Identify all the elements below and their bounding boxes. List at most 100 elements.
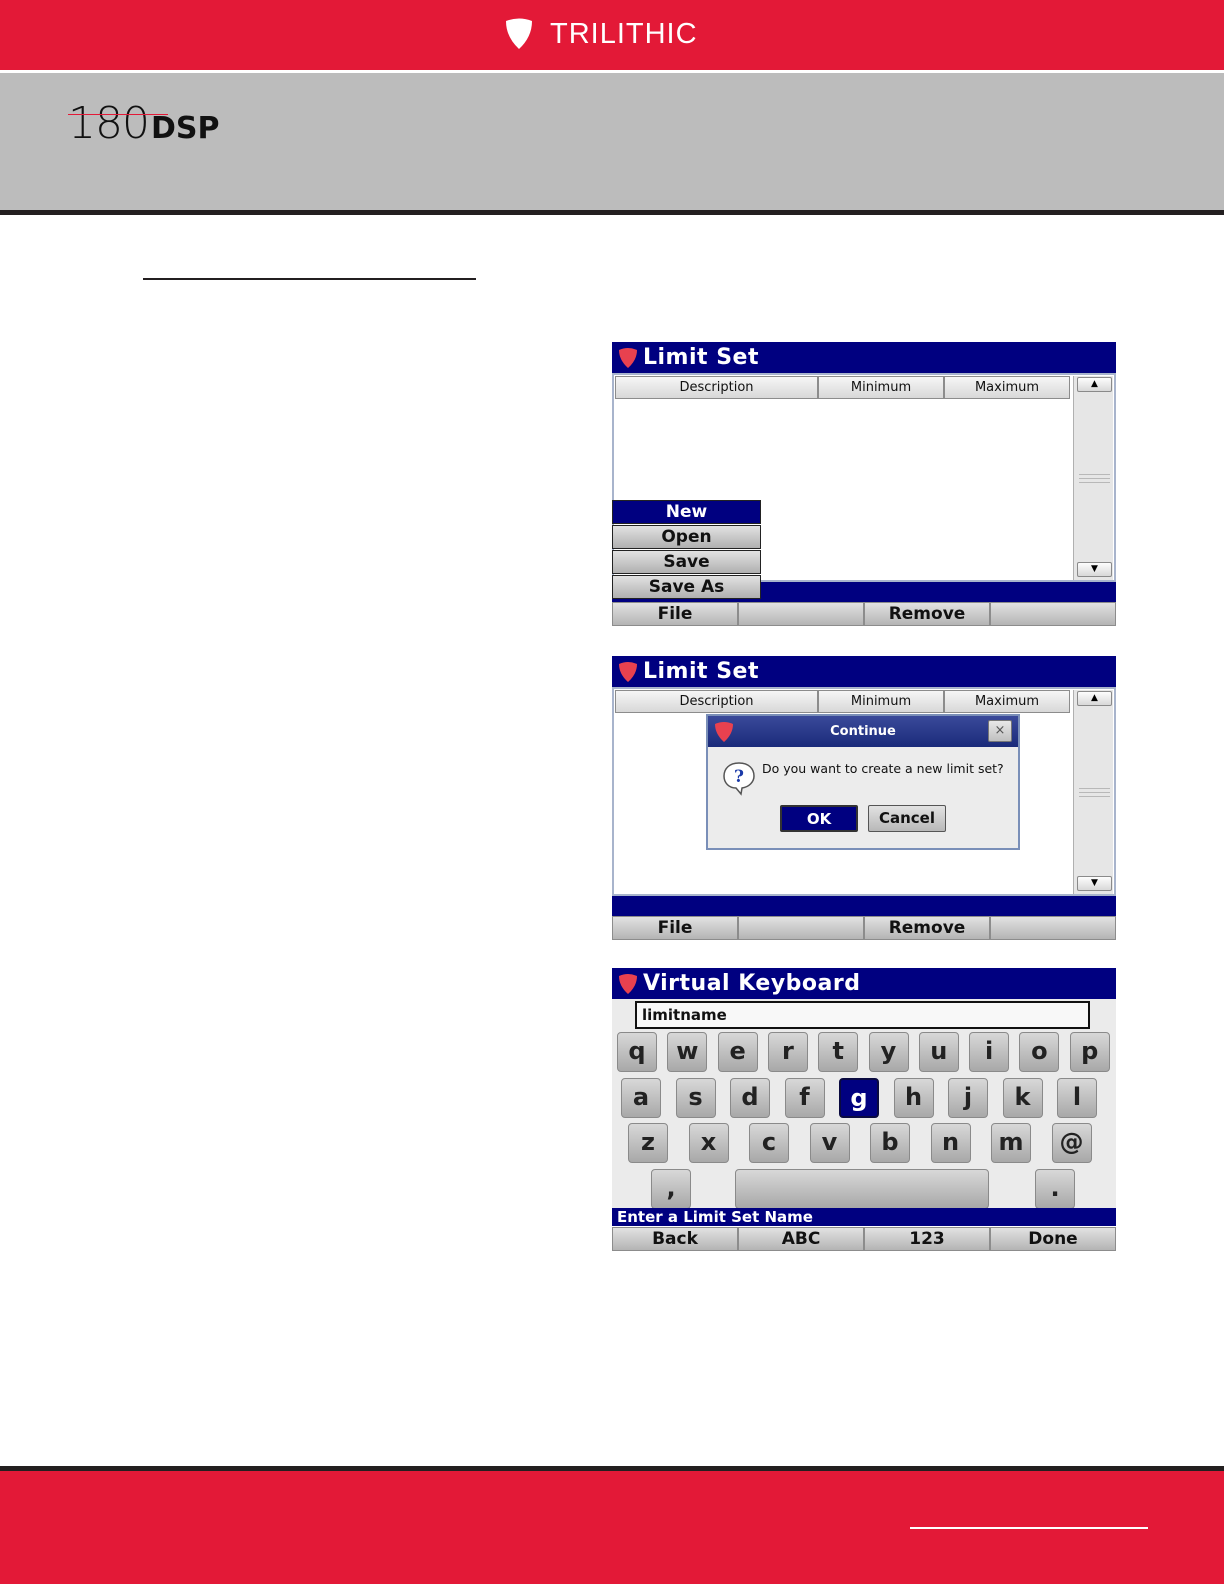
key-s[interactable]: s <box>675 1078 716 1118</box>
key-x[interactable]: x <box>688 1123 729 1163</box>
key-c[interactable]: c <box>749 1123 789 1163</box>
column-header-description[interactable]: Description <box>615 690 818 713</box>
close-icon[interactable]: × <box>988 720 1012 742</box>
key-e[interactable]: e <box>717 1032 758 1072</box>
limit-set-screen-file-menu: Limit Set Description Minimum Maximum ▲ … <box>612 342 1116 628</box>
vertical-scrollbar[interactable]: ▲ ▼ <box>1073 376 1113 580</box>
key-k[interactable]: k <box>1002 1078 1043 1118</box>
status-strip: Enter a Limit Set Name <box>612 1208 1116 1226</box>
softkey-123[interactable]: 123 <box>864 1227 990 1251</box>
vertical-scrollbar[interactable]: ▲ ▼ <box>1073 690 1113 894</box>
scroll-up-icon[interactable]: ▲ <box>1077 377 1112 392</box>
title-bar: Virtual Keyboard <box>612 968 1116 999</box>
scroll-up-icon[interactable]: ▲ <box>1077 691 1112 706</box>
key-q[interactable]: q <box>617 1032 657 1072</box>
dialog-title: Continue <box>830 724 896 739</box>
dialog-message: Do you want to create a new limit set? <box>762 761 1004 776</box>
header-rule <box>0 210 1224 215</box>
key-j[interactable]: j <box>948 1078 988 1118</box>
key-r[interactable]: r <box>767 1032 808 1072</box>
keyboard-body: limitname q w e r t y u i o p a s d f g h j k l z x c v b n m @,. <box>612 999 1116 1209</box>
dialog-title-bar: Continue × <box>708 716 1018 747</box>
limit-set-screen-dialog: Limit Set Description Minimum Maximum ▲ … <box>612 656 1116 942</box>
virtual-keyboard-screen: Virtual Keyboard limitname qwertyuiop asd… <box>612 968 1116 1254</box>
softkey-remove[interactable]: Remove <box>864 916 990 940</box>
key-v[interactable]: v <box>809 1123 850 1163</box>
key-b[interactable]: b <box>870 1123 910 1163</box>
key-n[interactable]: n <box>930 1123 971 1163</box>
softkey-2[interactable] <box>738 916 864 940</box>
key-at[interactable]: @ <box>1051 1123 1092 1163</box>
section-heading-underline <box>143 278 476 280</box>
menu-item-open[interactable]: Open <box>612 525 761 549</box>
column-header-minimum[interactable]: Minimum <box>818 690 944 713</box>
key-m[interactable]: m <box>991 1123 1031 1163</box>
softkey-remove[interactable]: Remove <box>864 602 990 626</box>
file-menu: New Open Save Save As <box>612 500 761 600</box>
trilithic-shield-icon <box>619 661 637 682</box>
menu-item-new[interactable]: New <box>612 500 761 524</box>
status-strip <box>612 896 1116 916</box>
key-g[interactable]: g <box>839 1078 879 1118</box>
menu-item-save-as[interactable]: Save As <box>612 575 761 599</box>
column-header-description[interactable]: Description <box>615 376 818 399</box>
column-header-maximum[interactable]: Maximum <box>944 690 1070 713</box>
key-t[interactable]: t <box>818 1032 859 1072</box>
key-z[interactable]: z <box>628 1123 668 1163</box>
softkey-done[interactable]: Done <box>990 1227 1116 1251</box>
trilithic-shield-icon <box>619 973 637 994</box>
question-icon: ? <box>723 762 755 796</box>
softkey-bar: File Remove <box>612 916 1116 940</box>
softkey-file[interactable]: File <box>612 602 738 626</box>
key-d[interactable]: d <box>730 1078 770 1118</box>
status-prompt: Enter a Limit Set Name <box>617 1208 813 1226</box>
key-p[interactable]: p <box>1069 1032 1110 1072</box>
ok-button[interactable]: OK <box>780 805 858 832</box>
key-space[interactable] <box>735 1169 989 1209</box>
softkey-file[interactable]: File <box>612 916 738 940</box>
trilithic-logo: TRILITHIC <box>504 16 698 52</box>
softkey-4[interactable] <box>990 602 1116 626</box>
continue-dialog: Continue × ? Do you want to create a new… <box>706 714 1020 850</box>
softkey-4[interactable] <box>990 916 1116 940</box>
title-bar: Limit Set <box>612 656 1116 687</box>
brand-name: TRILITHIC <box>550 17 698 50</box>
cancel-button[interactable]: Cancel <box>868 805 946 832</box>
product-number: 180 <box>68 98 150 149</box>
key-i[interactable]: i <box>969 1032 1010 1072</box>
key-o[interactable]: o <box>1019 1032 1060 1072</box>
scroll-down-icon[interactable]: ▼ <box>1077 562 1112 577</box>
scroll-grip[interactable] <box>1079 474 1110 483</box>
key-f[interactable]: f <box>784 1078 825 1118</box>
product-logo: 180 DSP <box>68 100 219 146</box>
title-bar: Limit Set <box>612 342 1116 373</box>
key-l[interactable]: l <box>1057 1078 1097 1118</box>
softkey-2[interactable] <box>738 602 864 626</box>
svg-text:?: ? <box>734 767 744 787</box>
column-header-minimum[interactable]: Minimum <box>818 376 944 399</box>
trilithic-shield-icon <box>619 347 637 368</box>
shield-icon <box>506 18 532 49</box>
logo-accent-line <box>68 114 168 115</box>
softkey-abc[interactable]: ABC <box>738 1227 864 1251</box>
window-title: Limit Set <box>643 345 759 370</box>
footer-underline <box>910 1527 1148 1529</box>
scroll-grip[interactable] <box>1079 788 1110 797</box>
key-h[interactable]: h <box>893 1078 934 1118</box>
key-a[interactable]: a <box>621 1078 661 1118</box>
key-u[interactable]: u <box>918 1032 959 1072</box>
key-y[interactable]: y <box>868 1032 909 1072</box>
key-comma[interactable]: , <box>651 1169 691 1209</box>
softkey-back[interactable]: Back <box>612 1227 738 1251</box>
product-suffix: DSP <box>150 111 220 146</box>
top-brand-bar: TRILITHIC <box>0 0 1224 70</box>
name-input[interactable]: limitname <box>635 1001 1090 1029</box>
softkey-bar: Back ABC 123 Done <box>612 1227 1116 1251</box>
window-title: Limit Set <box>643 659 759 684</box>
scroll-down-icon[interactable]: ▼ <box>1077 876 1112 891</box>
menu-item-save[interactable]: Save <box>612 550 761 574</box>
key-period[interactable]: . <box>1035 1169 1075 1209</box>
column-header-maximum[interactable]: Maximum <box>944 376 1070 399</box>
key-w[interactable]: w <box>667 1032 708 1072</box>
softkey-bar: File Remove <box>612 602 1116 626</box>
